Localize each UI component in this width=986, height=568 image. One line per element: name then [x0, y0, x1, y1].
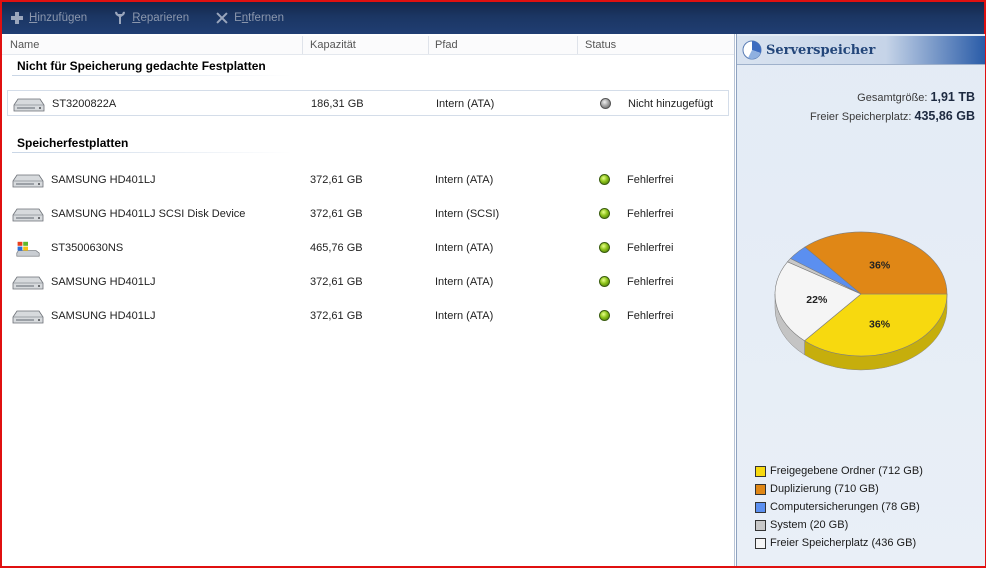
group-header-storage-disks: Speicherfestplatten: [17, 136, 129, 150]
disk-name: SAMSUNG HD401LJ SCSI Disk Device: [51, 208, 246, 220]
disk-name: SAMSUNG HD401LJ: [51, 174, 156, 186]
wrench-icon: [113, 11, 127, 25]
hard-disk-icon: [12, 208, 44, 222]
disk-capacity: 372,61 GB: [310, 276, 363, 288]
column-separator[interactable]: [577, 36, 578, 54]
disk-capacity: 372,61 GB: [310, 174, 363, 186]
legend-swatch: [755, 537, 766, 549]
hard-disk-icon: [13, 98, 45, 112]
disk-status: Fehlerfrei: [627, 310, 674, 322]
add-button[interactable]: Hinzufügen: [10, 11, 87, 25]
disk-path: Intern (ATA): [435, 310, 494, 322]
legend-item: Duplizierung (710 GB): [755, 480, 923, 498]
pie-chart-icon: [742, 40, 762, 60]
legend-swatch: [755, 519, 766, 531]
disk-path: Intern (ATA): [435, 174, 494, 186]
disk-status: Nicht hinzugefügt: [628, 98, 713, 110]
column-path[interactable]: Pfad: [435, 39, 458, 51]
disk-path: Intern (ATA): [435, 242, 494, 254]
legend-swatch: [755, 501, 766, 513]
legend-item: Freier Speicherplatz (436 GB): [755, 534, 923, 552]
legend-item: Freigegebene Ordner (712 GB): [755, 462, 923, 480]
repair-button[interactable]: Reparieren: [113, 11, 189, 25]
status-indicator-icon: [599, 208, 610, 219]
disk-row[interactable]: SAMSUNG HD401LJ 372,61 GB Intern (ATA) Fehl…: [7, 167, 729, 193]
repair-button-label: Reparieren: [132, 12, 190, 24]
disk-status: Fehlerfrei: [627, 276, 674, 288]
pie-slice-label: 36%: [869, 318, 891, 330]
system-disk-icon: [16, 241, 40, 257]
group-divider: [12, 75, 292, 76]
panel-header: Serverspeicher: [737, 36, 985, 65]
remove-button[interactable]: Entfernen: [215, 11, 284, 25]
legend-label: Freier Speicherplatz (436 GB): [770, 537, 917, 549]
storage-pie-chart: 36% 22% 36%: [774, 231, 948, 371]
chart-legend: Freigegebene Ordner (712 GB) Duplizierung…: [755, 462, 923, 552]
legend-swatch: [755, 483, 766, 495]
group-header-not-for-storage: Nicht für Speicherung gedachte Festplatt…: [17, 59, 266, 73]
add-button-label: Hinzufügen: [29, 12, 88, 24]
disk-list-panel: Name Kapazität Pfad Status Nicht für Spe…: [2, 34, 735, 566]
total-size-value: 1,91 TB: [930, 90, 975, 104]
status-indicator-icon: [599, 276, 610, 287]
close-icon: [215, 11, 229, 25]
status-indicator-icon: [599, 242, 610, 253]
server-storage-panel: Serverspeicher Gesamtgröße: 1,91 TB Frei…: [736, 34, 985, 566]
total-size-label: Gesamtgröße:: [857, 92, 928, 104]
status-indicator-icon: [600, 98, 611, 109]
status-indicator-icon: [599, 174, 610, 185]
hard-disk-icon: [12, 276, 44, 290]
plus-icon: [10, 11, 24, 25]
group-divider: [12, 152, 292, 153]
disk-row[interactable]: SAMSUNG HD401LJ 372,61 GB Intern (ATA) Fehl…: [7, 269, 729, 295]
disk-row[interactable]: ST3200822A 186,31 GB Intern (ATA) Nicht hin…: [7, 90, 729, 116]
column-name[interactable]: Name: [10, 39, 39, 51]
legend-label: System (20 GB): [770, 519, 849, 531]
remove-button-label: Entfernen: [234, 12, 284, 24]
disk-capacity: 372,61 GB: [310, 208, 363, 220]
disk-row[interactable]: SAMSUNG HD401LJ SCSI Disk Device 372,61 G…: [7, 201, 729, 227]
column-status[interactable]: Status: [585, 39, 616, 51]
free-space: Freier Speicherplatz: 435,86 GB: [810, 109, 975, 123]
disk-name: SAMSUNG HD401LJ: [51, 310, 156, 322]
free-space-label: Freier Speicherplatz:: [809, 111, 912, 123]
status-indicator-icon: [599, 310, 610, 321]
total-size: Gesamtgröße: 1,91 TB: [857, 90, 975, 104]
disk-status: Fehlerfrei: [627, 242, 674, 254]
pie-slice-label: 22%: [806, 294, 828, 306]
toolbar: Hinzufügen Reparieren Entfernen: [2, 2, 984, 34]
legend-item: System (20 GB): [755, 516, 923, 534]
disk-name: ST3200822A: [52, 98, 117, 110]
legend-label: Computersicherungen (78 GB): [770, 501, 920, 513]
hard-disk-icon: [12, 310, 44, 324]
disk-row[interactable]: SAMSUNG HD401LJ 372,61 GB Intern (ATA) Fehl…: [7, 303, 729, 329]
column-capacity[interactable]: Kapazität: [310, 39, 356, 51]
disk-capacity: 465,76 GB: [310, 242, 363, 254]
disk-status: Fehlerfrei: [627, 174, 674, 186]
legend-label: Freigegebene Ordner (712 GB): [770, 465, 923, 477]
column-header: Name Kapazität Pfad Status: [2, 36, 734, 55]
panel-title: Serverspeicher: [766, 43, 876, 58]
legend-item: Computersicherungen (78 GB): [755, 498, 923, 516]
disk-status: Fehlerfrei: [627, 208, 674, 220]
disk-name: ST3500630NS: [51, 242, 124, 254]
free-space-value: 435,86 GB: [914, 109, 975, 123]
hard-disk-icon: [12, 174, 44, 188]
column-separator[interactable]: [428, 36, 429, 54]
disk-path: Intern (ATA): [436, 98, 495, 110]
disk-capacity: 372,61 GB: [310, 310, 363, 322]
disk-path: Intern (ATA): [435, 276, 494, 288]
column-separator[interactable]: [302, 36, 303, 54]
disk-path: Intern (SCSI): [435, 208, 500, 220]
pie-slice-label: 36%: [869, 260, 891, 272]
legend-label: Duplizierung (710 GB): [770, 483, 879, 495]
legend-swatch: [755, 465, 766, 477]
disk-name: SAMSUNG HD401LJ: [51, 276, 156, 288]
disk-capacity: 186,31 GB: [311, 98, 364, 110]
disk-row[interactable]: ST3500630NS 465,76 GB Intern (ATA) Fehlerfr…: [7, 235, 729, 261]
